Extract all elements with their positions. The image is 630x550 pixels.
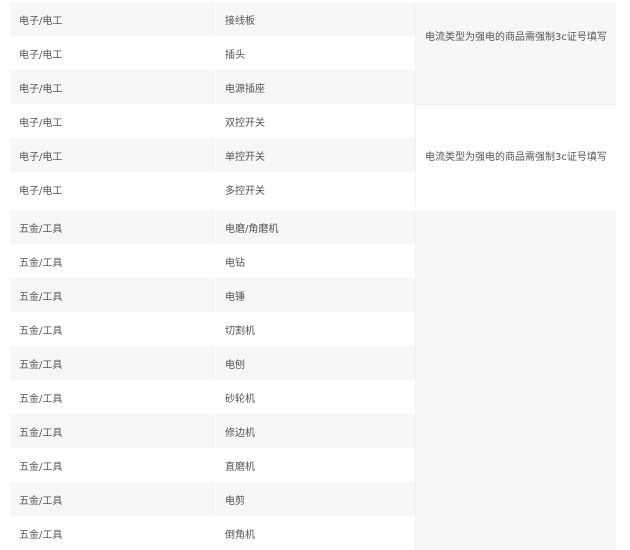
table-row: 电子/电工 双控开关 电流类型为强电的商品需强制3c证号填写 (10, 104, 616, 206)
category-cell: 五金/工具 (10, 516, 216, 550)
product-cell: 插头 (216, 36, 416, 70)
product-cell: 电刨 (216, 346, 416, 380)
product-cell: 电剪 (216, 482, 416, 516)
product-cell: 电钻 (216, 244, 416, 278)
category-cell: 电子/电工 (10, 172, 216, 206)
category-cell: 五金/工具 (10, 414, 216, 448)
category-cell: 电子/电工 (10, 2, 216, 36)
category-cell: 五金/工具 (10, 244, 216, 278)
product-cell: 直磨机 (216, 448, 416, 482)
product-cell: 砂轮机 (216, 380, 416, 414)
category-cell: 五金/工具 (10, 380, 216, 414)
product-requirement-table: 电子/电工 接线板 电流类型为强电的商品需强制3c证号填写 电子/电工 插头 电… (10, 2, 616, 550)
product-cell: 双控开关 (216, 104, 416, 138)
category-cell: 电子/电工 (10, 138, 216, 172)
category-cell: 电子/电工 (10, 104, 216, 138)
category-cell: 五金/工具 (10, 346, 216, 380)
table-row: 电子/电工 接线板 电流类型为强电的商品需强制3c证号填写 (10, 2, 616, 104)
requirement-note-cell: 电流类型为强电的商品需强制3c证号填写 (416, 2, 616, 104)
product-cell: 单控开关 (216, 138, 416, 172)
category-cell: 五金/工具 (10, 448, 216, 482)
category-cell: 五金/工具 (10, 278, 216, 312)
category-cell: 五金/工具 (10, 482, 216, 516)
product-cell: 电锤 (216, 278, 416, 312)
product-cell: 修边机 (216, 414, 416, 448)
table-row: 五金/工具 电磨/角磨机 (10, 210, 616, 550)
product-cell: 倒角机 (216, 516, 416, 550)
product-cell: 切割机 (216, 312, 416, 346)
product-cell: 电源插座 (216, 70, 416, 104)
category-cell: 五金/工具 (10, 210, 216, 244)
product-cell: 电磨/角磨机 (216, 210, 416, 244)
category-cell: 五金/工具 (10, 312, 216, 346)
document-page: 电子/电工 接线板 电流类型为强电的商品需强制3c证号填写 电子/电工 插头 电… (0, 0, 630, 550)
category-cell: 电子/电工 (10, 70, 216, 104)
category-cell: 电子/电工 (10, 36, 216, 70)
product-cell: 接线板 (216, 2, 416, 36)
product-cell: 多控开关 (216, 172, 416, 206)
requirement-note-cell: 电流类型为强电的商品需强制3c证号填写 (416, 104, 616, 206)
requirement-note-cell (416, 210, 616, 550)
